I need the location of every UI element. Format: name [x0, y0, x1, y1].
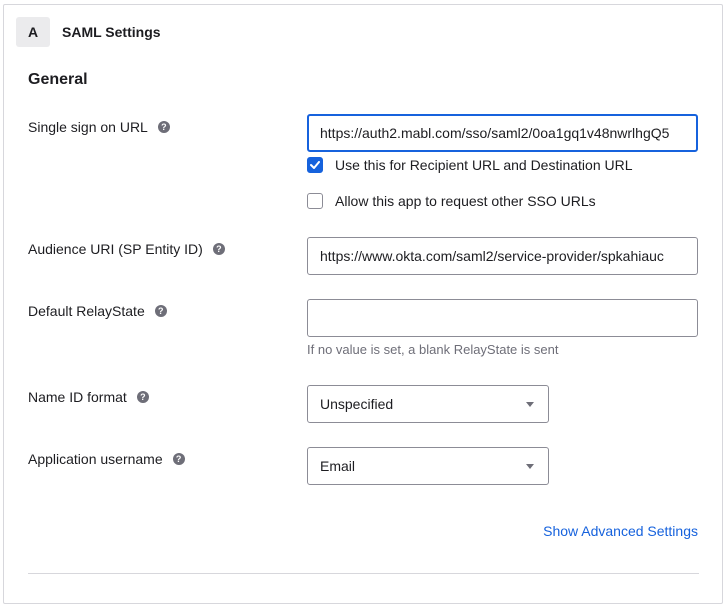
- other-sso-checkbox-label: Allow this app to request other SSO URLs: [335, 193, 596, 209]
- chevron-down-icon: [526, 463, 534, 469]
- divider: [28, 573, 699, 574]
- help-icon[interactable]: ?: [212, 243, 225, 255]
- recipient-url-checkbox-label: Use this for Recipient URL and Destinati…: [335, 157, 633, 173]
- section-title-general: General: [28, 71, 88, 88]
- relay-state-hint: If no value is set, a blank RelayState i…: [307, 342, 559, 357]
- name-id-format-label: Name ID format: [28, 389, 127, 405]
- name-id-format-value: Unspecified: [320, 396, 394, 412]
- step-badge: A: [16, 17, 50, 47]
- sso-url-label-row: Single sign on URL ?: [28, 119, 170, 135]
- relay-state-label-row: Default RelayState ?: [28, 303, 167, 319]
- relay-state-input[interactable]: [307, 299, 698, 337]
- sso-url-label: Single sign on URL: [28, 119, 148, 135]
- audience-uri-input[interactable]: https://www.okta.com/saml2/service-provi…: [307, 237, 698, 275]
- checkmark-icon: [310, 161, 320, 169]
- page-title: SAML Settings: [62, 24, 161, 40]
- relay-state-label: Default RelayState: [28, 303, 145, 319]
- app-username-label: Application username: [28, 451, 163, 467]
- audience-uri-label-row: Audience URI (SP Entity ID) ?: [28, 241, 225, 257]
- recipient-url-checkbox[interactable]: [307, 157, 323, 173]
- show-advanced-settings-link[interactable]: Show Advanced Settings: [543, 523, 698, 539]
- chevron-down-icon: [526, 401, 534, 407]
- name-id-format-select[interactable]: Unspecified: [307, 385, 549, 423]
- sso-url-input[interactable]: https://auth2.mabl.com/sso/saml2/0oa1gq1…: [307, 114, 698, 152]
- name-id-format-label-row: Name ID format ?: [28, 389, 149, 405]
- app-username-label-row: Application username ?: [28, 451, 185, 467]
- recipient-url-checkbox-row[interactable]: Use this for Recipient URL and Destinati…: [307, 157, 633, 173]
- other-sso-checkbox[interactable]: [307, 193, 323, 209]
- app-username-select[interactable]: Email: [307, 447, 549, 485]
- help-icon[interactable]: ?: [157, 121, 170, 133]
- help-icon[interactable]: ?: [136, 391, 149, 403]
- app-username-value: Email: [320, 458, 356, 474]
- other-sso-checkbox-row[interactable]: Allow this app to request other SSO URLs: [307, 193, 596, 209]
- audience-uri-label: Audience URI (SP Entity ID): [28, 241, 203, 257]
- help-icon[interactable]: ?: [154, 305, 167, 317]
- help-icon[interactable]: ?: [172, 453, 185, 465]
